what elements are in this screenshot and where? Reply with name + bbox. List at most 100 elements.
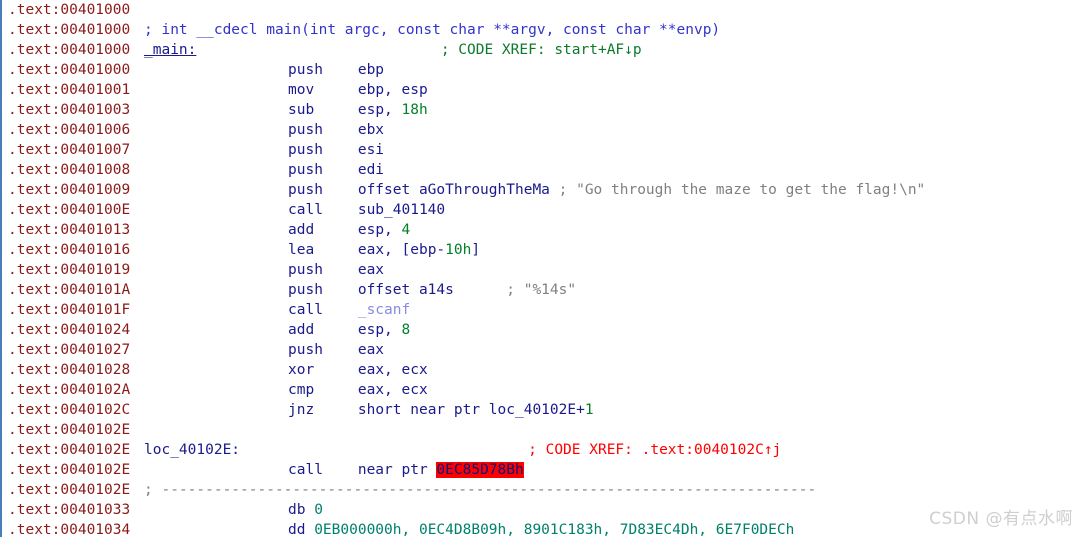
asm-token: ebx	[357, 122, 385, 138]
disasm-line[interactable]: .text:00401024 add esp, 8	[0, 320, 1087, 340]
disassembly-listing[interactable]: .text:00401000 .text:00401000 ; int __cdec…	[0, 0, 1087, 537]
line-content[interactable]: push edi	[288, 160, 384, 180]
line-content[interactable]: push esi	[288, 140, 384, 160]
asm-token: 10h	[445, 242, 472, 258]
disasm-line[interactable]: .text:0040102C jnz short near ptr loc_401…	[0, 400, 1087, 420]
asm-token: push	[288, 142, 323, 158]
disasm-line[interactable]: .text:00401027 push eax	[0, 340, 1087, 360]
line-address: .text:0040102E	[8, 482, 131, 498]
disasm-line[interactable]: .text:00401016 lea eax, [ebp-10h]	[0, 240, 1087, 260]
disasm-line[interactable]: .text:00401034 dd 0EB000000h, 0EC4D8B09h,…	[0, 520, 1087, 537]
line-content[interactable]: sub esp, 18h	[288, 100, 428, 120]
line-address: .text:0040102E	[8, 462, 131, 478]
line-content[interactable]: push ebp	[288, 60, 384, 80]
asm-token[interactable]: near ptr	[358, 462, 437, 478]
line-address: .text:0040102E	[8, 422, 131, 438]
asm-token: ; CODE XREF: start+AF↓p	[440, 42, 642, 58]
asm-token[interactable]: _scanf	[358, 302, 410, 318]
line-content[interactable]: push eax	[288, 340, 384, 360]
asm-token: add	[288, 322, 315, 338]
disasm-line[interactable]: .text:00401003 sub esp, 18h	[0, 100, 1087, 120]
asm-token: cmp	[288, 382, 315, 398]
line-content[interactable]: push ebx	[288, 120, 384, 140]
line-content[interactable]: ; int __cdecl main(int argc, const char …	[144, 20, 720, 40]
line-content[interactable]: call near ptr 0EC85D78Bh	[288, 460, 524, 480]
disasm-line[interactable]: .text:0040102A cmp eax, ecx	[0, 380, 1087, 400]
asm-token[interactable]: _main:	[144, 42, 196, 58]
disasm-line[interactable]: .text:00401000 ; int __cdecl main(int arg…	[0, 20, 1087, 40]
asm-token: mov	[288, 82, 315, 98]
disasm-line[interactable]: .text:00401013 add esp, 4	[0, 220, 1087, 240]
line-content[interactable]: xor eax, ecx	[288, 360, 428, 380]
disasm-line[interactable]: .text:00401033 db 0	[0, 500, 1087, 520]
asm-token	[323, 282, 358, 298]
asm-token	[323, 262, 358, 278]
asm-token	[314, 82, 358, 98]
line-content[interactable]: call _scanf	[288, 300, 410, 320]
asm-token[interactable]: sub_401140	[358, 202, 445, 218]
asm-token: ; "Go through the maze to get the flag!\…	[549, 182, 926, 198]
line-address: .text:00401000	[8, 2, 131, 18]
disasm-line[interactable]: .text:0040100E call sub_401140	[0, 200, 1087, 220]
asm-token[interactable]: 0EC85D78Bh	[436, 462, 524, 478]
disasm-line[interactable]: .text:00401009 push offset aGoThroughTheM…	[0, 180, 1087, 200]
line-content[interactable]: push offset a14s ; "%14s"	[288, 280, 576, 300]
asm-token: lea	[288, 242, 315, 258]
asm-token	[323, 202, 358, 218]
disasm-line[interactable]: .text:00401019 push eax	[0, 260, 1087, 280]
line-content[interactable]: dd 0EB000000h, 0EC4D8B09h, 8901C183h, 7D…	[288, 520, 794, 537]
asm-token	[323, 62, 358, 78]
asm-token: eax, ecx	[357, 382, 428, 398]
asm-token: eax	[357, 262, 385, 278]
disasm-line[interactable]: .text:00401000 push ebp	[0, 60, 1087, 80]
disasm-line[interactable]: .text:00401006 push ebx	[0, 120, 1087, 140]
disasm-line[interactable]: .text:00401001 mov ebp, esp	[0, 80, 1087, 100]
line-address: .text:00401000	[8, 42, 131, 58]
asm-token[interactable]: offset aGoThroughTheMa	[358, 182, 550, 198]
disasm-line[interactable]: .text:00401028 xor eax, ecx	[0, 360, 1087, 380]
asm-token	[323, 302, 358, 318]
asm-token: 18h	[401, 102, 428, 118]
asm-token: esp,	[357, 322, 402, 338]
asm-token	[314, 322, 358, 338]
disasm-line[interactable]: .text:0040102E ; ------------------------…	[0, 480, 1087, 500]
line-content[interactable]: cmp eax, ecx	[288, 380, 428, 400]
asm-token: eax	[357, 342, 385, 358]
disasm-line[interactable]: .text:0040102E call near ptr 0EC85D78Bh	[0, 460, 1087, 480]
asm-token: push	[288, 182, 323, 198]
asm-token: esp,	[357, 102, 402, 118]
disasm-line[interactable]: .text:00401000	[0, 0, 1087, 20]
disasm-line[interactable]: .text:00401000 _main: ; CODE XREF: start+…	[0, 40, 1087, 60]
line-address: .text:00401008	[8, 162, 131, 178]
csdn-watermark: CSDN @有点水啊	[929, 509, 1073, 529]
asm-token: call	[288, 202, 323, 218]
disasm-line[interactable]: .text:0040101A push offset a14s ; "%14s"	[0, 280, 1087, 300]
line-content[interactable]: jnz short near ptr loc_40102E+1	[288, 400, 594, 420]
asm-token	[314, 242, 358, 258]
asm-token: edi	[357, 162, 385, 178]
line-address: .text:00401016	[8, 242, 131, 258]
line-content[interactable]: lea eax, [ebp-10h]	[288, 240, 480, 260]
line-content[interactable]: _main: ; CODE XREF: start+AF↓p	[144, 40, 642, 60]
line-content[interactable]: loc_40102E: ; CODE XREF: .text:0040102C↑…	[144, 440, 781, 460]
disasm-line[interactable]: .text:0040101F call _scanf	[0, 300, 1087, 320]
asm-token[interactable]: short near ptr loc_40102E+	[358, 402, 585, 418]
asm-token: 8	[401, 322, 411, 338]
disasm-line[interactable]: .text:0040102E	[0, 420, 1087, 440]
line-content[interactable]: push eax	[288, 260, 384, 280]
disasm-line[interactable]: .text:0040102E loc_40102E: ; CODE XREF: .…	[0, 440, 1087, 460]
line-content[interactable]: push offset aGoThroughTheMa ; "Go throug…	[288, 180, 925, 200]
disasm-line[interactable]: .text:00401008 push edi	[0, 160, 1087, 180]
ida-disassembly-view[interactable]: .text:00401000 .text:00401000 ; int __cdec…	[0, 0, 1087, 537]
line-content[interactable]: call sub_401140	[288, 200, 445, 220]
asm-token: db	[288, 502, 315, 518]
line-content[interactable]: mov ebp, esp	[288, 80, 428, 100]
disasm-line[interactable]: .text:00401007 push esi	[0, 140, 1087, 160]
line-address: .text:00401006	[8, 122, 131, 138]
line-content[interactable]: db 0	[288, 500, 323, 520]
asm-token[interactable]: offset a14s	[358, 282, 454, 298]
line-address: .text:00401003	[8, 102, 131, 118]
line-content[interactable]: add esp, 8	[288, 320, 410, 340]
line-content[interactable]: ; --------------------------------------…	[144, 480, 816, 500]
line-content[interactable]: add esp, 4	[288, 220, 410, 240]
